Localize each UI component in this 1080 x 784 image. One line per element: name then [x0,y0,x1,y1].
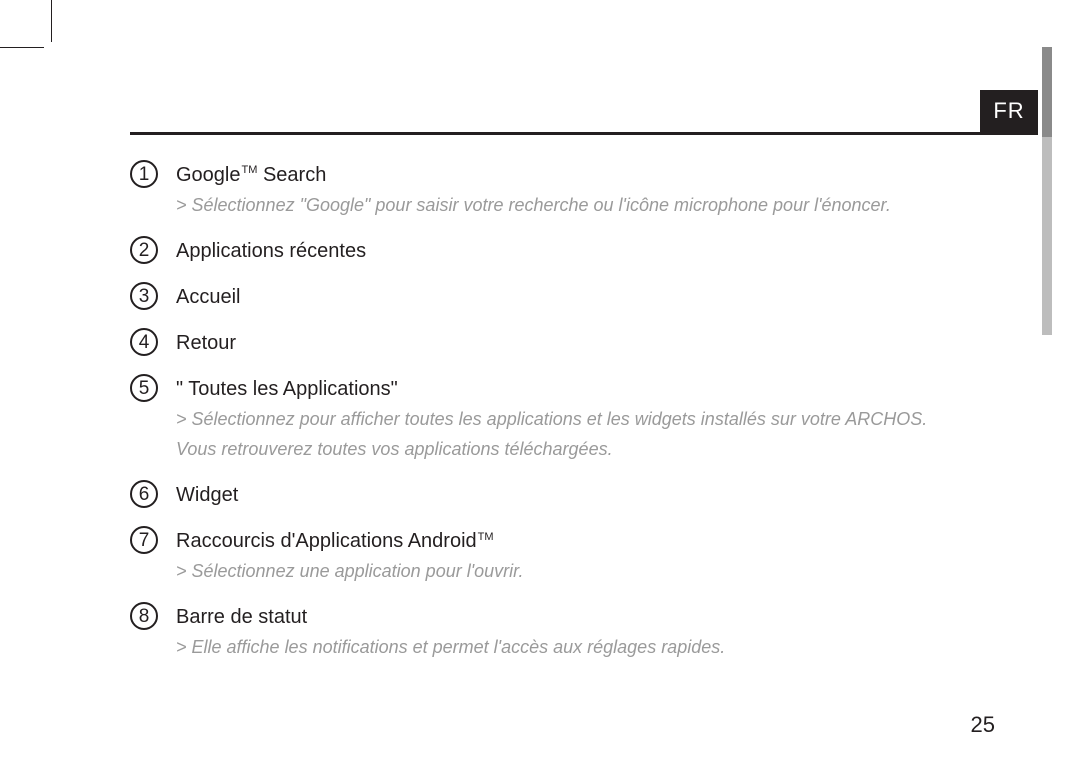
list-item: 2 Applications récentes [130,236,1000,264]
item-subtext: > Sélectionnez "Google" pour saisir votr… [176,192,1000,218]
item-title: " Toutes les Applications" [176,376,1000,402]
item-body: Barre de statut > Elle affiche les notifi… [176,602,1000,660]
item-number: 4 [130,328,158,356]
item-title: Accueil [176,284,1000,310]
item-title-text: Applications récentes [176,240,366,262]
page: FR 1GoogleTM Search> Sélectionnez "Googl… [0,0,1080,784]
list-item: 5 " Toutes les Applications" > Sélectionn… [130,374,1000,462]
item-title: Retour [176,330,1000,356]
item-number: 2 [130,236,158,264]
page-number: 25 [971,712,995,738]
language-tab: FR [980,90,1038,132]
list-item: 6 Widget [130,480,1000,508]
item-number: 6 [130,480,158,508]
item-title: Applications récentes [176,238,1000,264]
item-body: Applications récentes [176,236,1000,264]
item-body: Widget [176,480,1000,508]
item-number: 8 [130,602,158,630]
item-body: " Toutes les Applications" > Sélectionnez… [176,374,1000,462]
item-title: GoogleTM Search [176,162,1000,188]
item-subtext: > Elle affiche les notifications et perm… [176,634,1000,660]
item-subtext: > Sélectionnez pour afficher toutes les … [176,406,1000,432]
horizontal-rule [130,132,1038,135]
crop-mark-vertical [51,0,52,42]
item-number: 5 [130,374,158,402]
item-title-text: Raccourcis d'Applications Android [176,530,477,552]
item-title: Raccourcis d'Applications AndroidTM [176,528,1000,554]
item-title-text: Widget [176,484,238,506]
item-subtext: > Sélectionnez une application pour l'ou… [176,558,1000,584]
list-item: 1 GoogleTM Search > Sélectionnez "Google" … [130,160,1000,218]
item-number: 3 [130,282,158,310]
item-number: 7 [130,526,158,554]
item-title-text-after: Search [257,164,326,186]
item-number: 1 [130,160,158,188]
item-title-text: Barre de statut [176,606,307,628]
item-title: Barre de statut [176,604,1000,630]
list-item: 8 Barre de statut > Elle affiche les notif… [130,602,1000,660]
crop-mark-horizontal [0,47,44,48]
scrollbar-thumb[interactable] [1042,47,1052,137]
list-item: 7 Raccourcis d'Applications AndroidTM > Sé… [130,526,1000,584]
content-list: 1GoogleTM Search> Sélectionnez "Google" … [130,160,1000,678]
item-body: Retour [176,328,1000,356]
item-title-text: Google [176,164,241,186]
trademark-icon: TM [242,164,258,176]
list-item: 3 Accueil [130,282,1000,310]
item-title: Widget [176,482,1000,508]
item-body: GoogleTM Search > Sélectionnez "Google" p… [176,160,1000,218]
trademark-icon: TM [478,531,494,543]
page-number-value: 25 [971,712,995,737]
list-item: 4 Retour [130,328,1000,356]
item-body: Raccourcis d'Applications AndroidTM > Sél… [176,526,1000,584]
item-title-text: " Toutes les Applications" [176,378,398,400]
item-title-text: Retour [176,332,236,354]
item-title-text: Accueil [176,286,240,308]
item-subtext: Vous retrouverez toutes vos applications… [176,436,1000,462]
language-label: FR [993,98,1024,124]
item-body: Accueil [176,282,1000,310]
